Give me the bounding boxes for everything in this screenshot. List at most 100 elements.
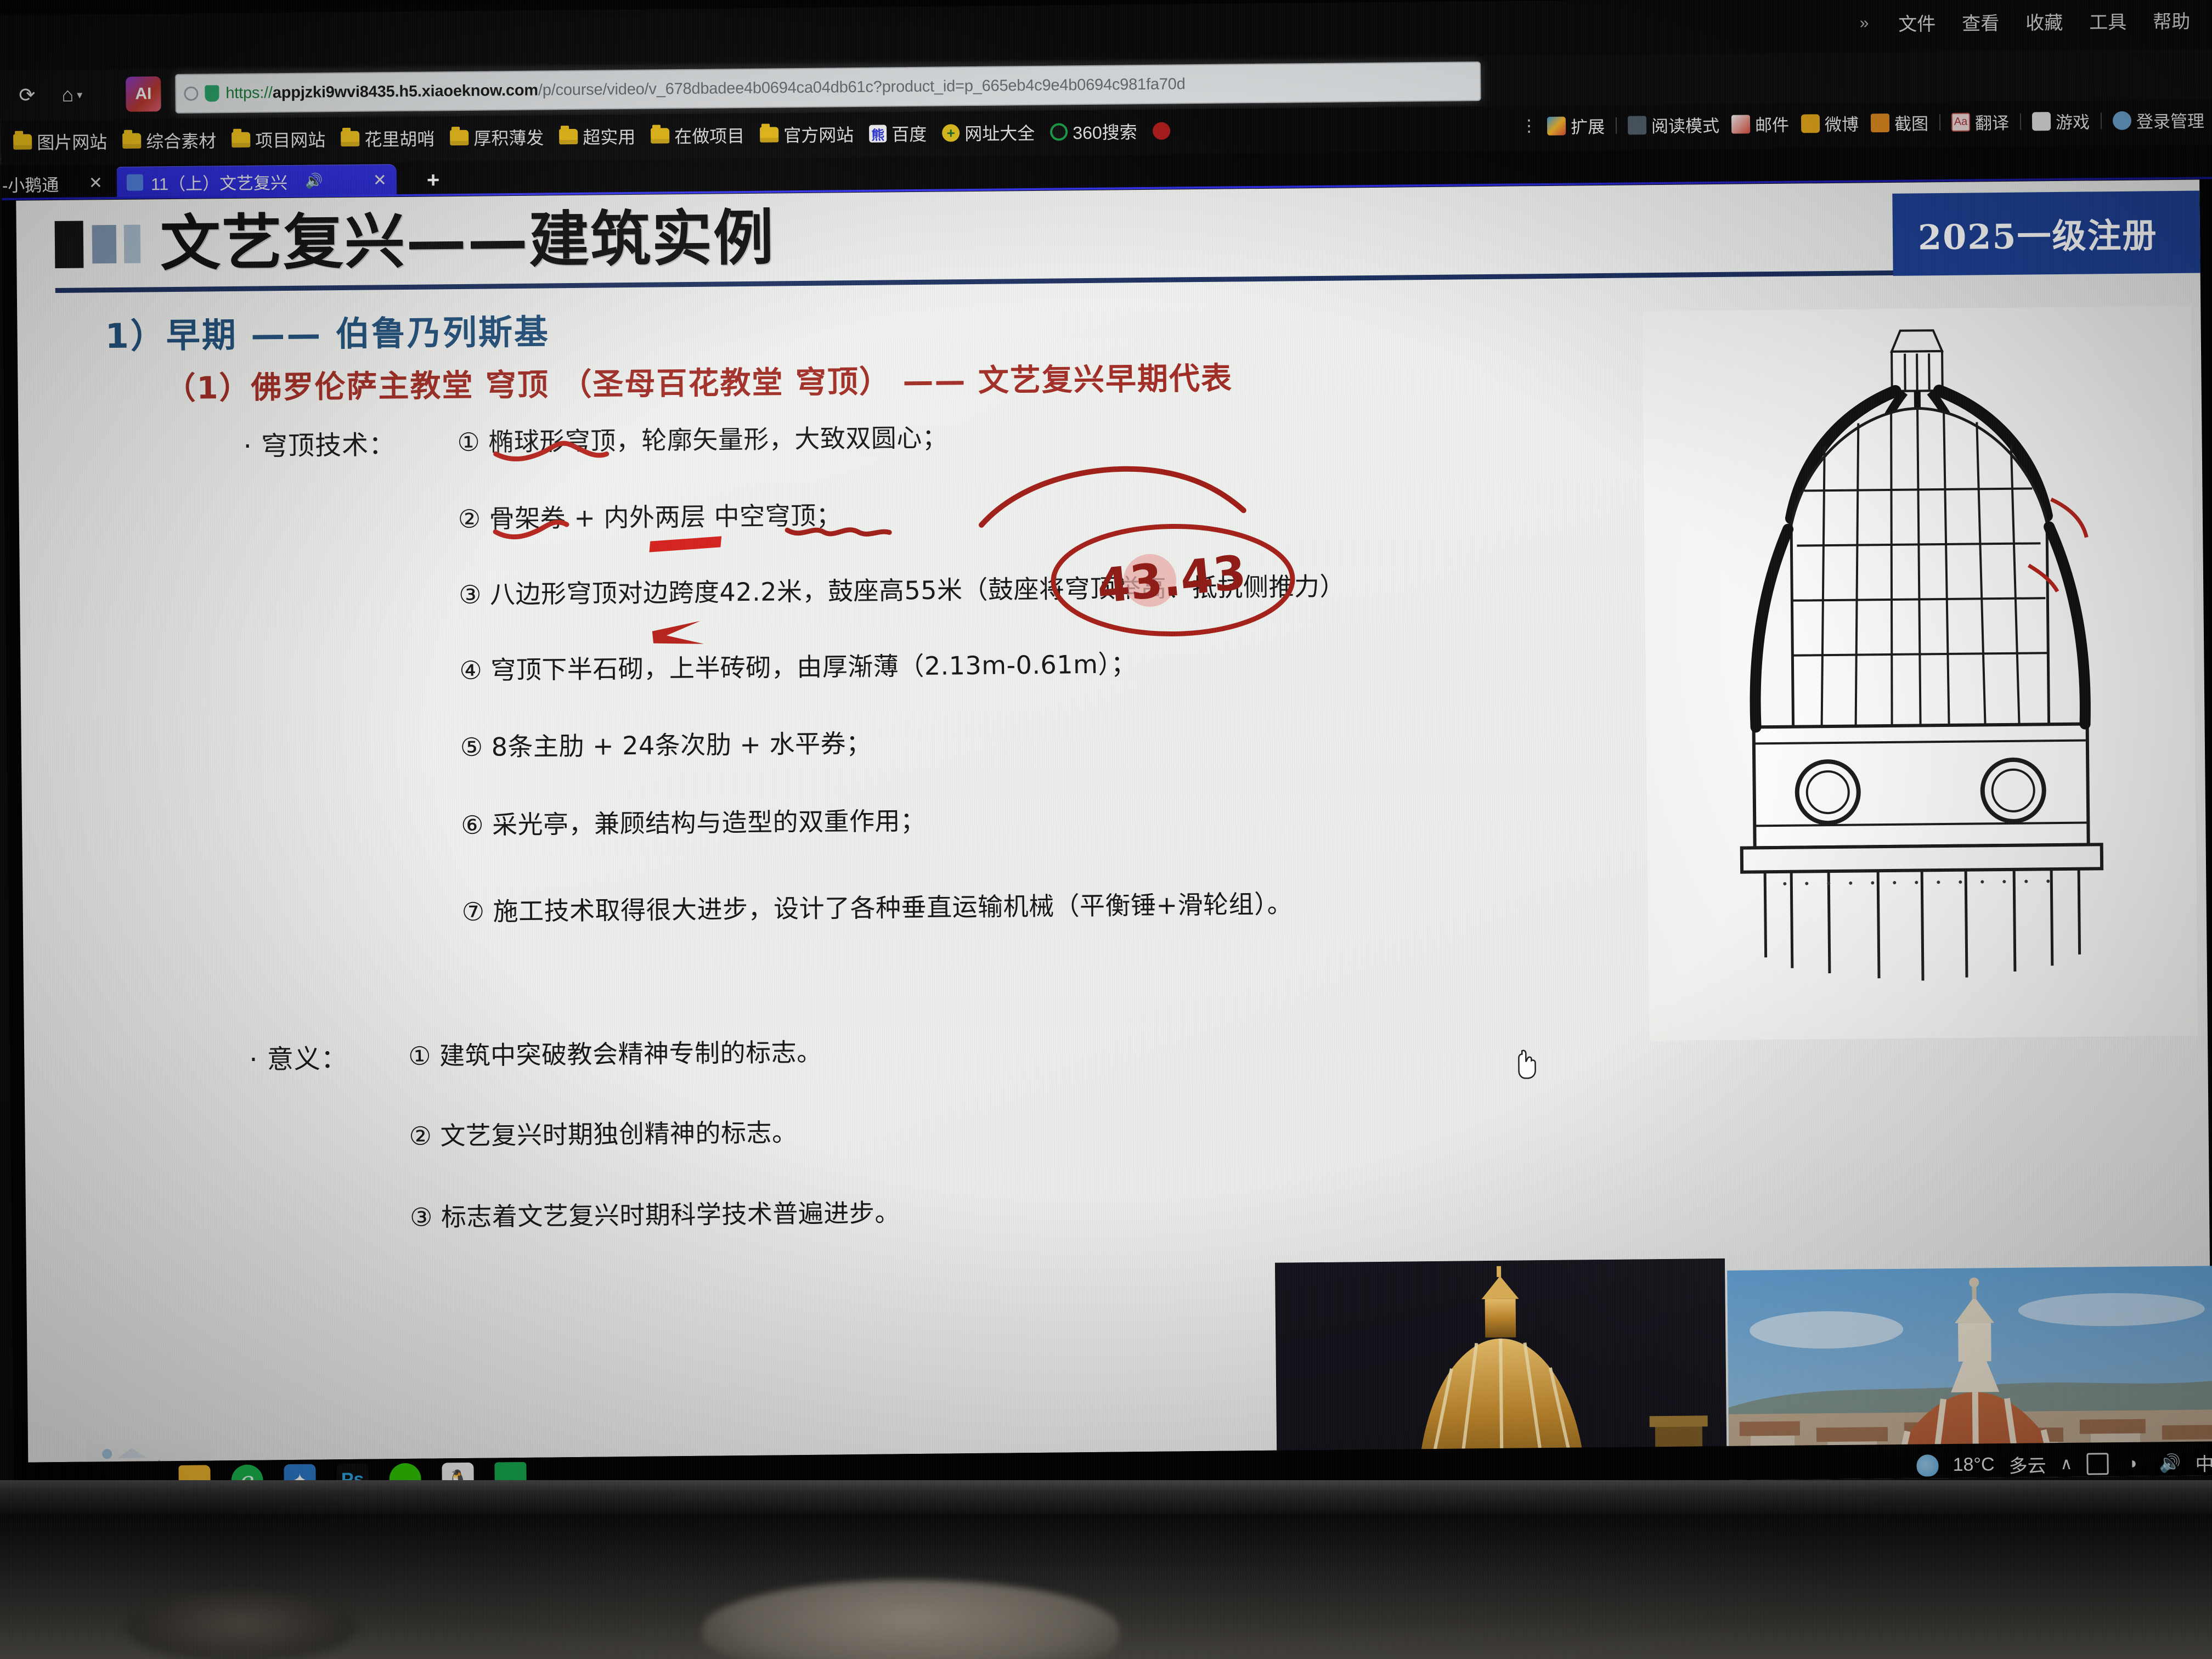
weather-temp[interactable]: 18°C	[1953, 1454, 1994, 1476]
toolbar-games-button[interactable]: 游戏	[2027, 105, 2096, 137]
meaning-item-1: ① 建筑中突破教会精神专制的标志。	[408, 1037, 822, 1071]
heading-level-2: （1）佛罗伦萨主教堂 穹顶 （圣母百花教堂 穹顶） —— 文艺复兴早期代表	[165, 360, 1233, 407]
tech-item-1: ① 椭球形穹顶，轮廓矢量形，大致双圆心；	[457, 422, 948, 458]
bookmark-item[interactable]: 官方网站	[753, 118, 861, 151]
folder-icon	[122, 133, 142, 149]
toolbar-translate-button[interactable]: Aa 翻译	[1946, 106, 2015, 138]
key-icon	[2112, 111, 2132, 130]
bookmark-item-hao123[interactable]: + 网址大全	[935, 116, 1042, 149]
tech-section-label: · 穹顶技术：	[243, 430, 396, 462]
bookmark-label: 花里胡哨	[364, 129, 435, 150]
bookmark-label: 网址大全	[964, 123, 1035, 144]
unlabeled-bookmark-icon	[1152, 122, 1170, 140]
speaker-icon[interactable]: 🔊	[305, 172, 323, 189]
bookmark-item[interactable]: 花里胡哨	[334, 122, 442, 155]
presentation-slide: 文艺复兴——建筑实例 2025一级注册 1）早期 —— 伯鲁乃列斯基 （1）佛罗…	[16, 179, 2212, 1497]
weather-desc[interactable]: 多云	[2008, 1451, 2046, 1478]
home-icon[interactable]: ⌂ ▾	[55, 78, 89, 111]
photo-of-monitor: 15.3 » 文件 查看 收藏 工具 帮助 ⟳ ⌂▾ AI https://ap…	[0, 0, 2212, 1659]
volume-icon[interactable]: 🔊	[2159, 1452, 2181, 1474]
screen-content: » 文件 查看 收藏 工具 帮助 ⟳ ⌂ ▾ AI https://appjzki…	[0, 0, 2212, 1497]
menu-favorites[interactable]: 收藏	[2025, 8, 2063, 35]
site-info-icon[interactable]	[184, 86, 199, 101]
ime-indicator[interactable]: 中	[2195, 1449, 2212, 1476]
tray-chevron-icon[interactable]: ∧	[2060, 1454, 2072, 1474]
menu-help[interactable]: 帮助	[2153, 7, 2190, 34]
toolbar-mail-button[interactable]: 邮件	[1726, 108, 1795, 140]
desk-object-2	[126, 1591, 357, 1659]
bookmark-item[interactable]: 图片网站	[7, 125, 114, 158]
mouse-cursor	[1514, 1048, 1540, 1079]
decor-square-mid	[92, 224, 117, 264]
close-icon[interactable]: ✕	[373, 171, 387, 190]
toolbar-divider	[1939, 114, 1941, 131]
reload-icon[interactable]: ⟳	[10, 78, 44, 112]
weather-cloud-icon[interactable]	[1916, 1454, 1939, 1477]
slide-header: 文艺复兴——建筑实例	[54, 202, 775, 279]
bookmark-item[interactable]: 项目网站	[225, 123, 332, 156]
heading-level-1: 1）早期 —— 伯鲁乃列斯基	[105, 312, 550, 357]
address-bar[interactable]: https://appjzki9wvi8435.h5.xiaoeknow.com…	[175, 61, 1481, 114]
toolbar-label: 截图	[1894, 114, 1929, 134]
toolbar-label: 扩展	[1570, 117, 1605, 137]
toolbar-divider	[2019, 113, 2022, 130]
menu-view[interactable]: 查看	[1962, 8, 1999, 36]
tab-active[interactable]: 11（上）文艺复兴 🔊 ✕	[116, 164, 397, 199]
tech-item-2: ② 骨架券 + 内外两层 中空穹顶；	[458, 500, 842, 534]
close-icon[interactable]: ✕	[89, 173, 103, 193]
bookmark-list: 图片网站 综合素材 项目网站 花里胡哨 厚积薄发 超实用 在做项目 官方网站 熊…	[7, 115, 1177, 157]
page-content: 文艺复兴——建筑实例 2025一级注册 1）早期 —— 伯鲁乃列斯基 （1）佛罗…	[2, 179, 2212, 1497]
url-scheme: https://	[225, 83, 273, 102]
url-path: /p/course/video/v_678dbadee4b0694ca04db6…	[538, 75, 1186, 99]
tech-item-6: ⑥ 采光亭，兼顾结构与造型的双重作用；	[460, 805, 926, 840]
folder-icon	[13, 134, 32, 150]
window-menubar: » 文件 查看 收藏 工具 帮助	[1859, 7, 2190, 37]
toolbar-label: 游戏	[2055, 112, 2090, 133]
bookmark-item[interactable]: 在做项目	[644, 119, 752, 152]
toolbar-weibo-button[interactable]: 微博	[1796, 107, 1865, 139]
scissors-icon	[1870, 113, 1890, 132]
system-tray: 18°C 多云 ∧ ◗ 🔊 中	[1916, 1449, 2212, 1479]
secure-lock-icon	[205, 85, 219, 102]
toolbar-divider	[1615, 117, 1617, 134]
bookmark-item-baidu[interactable]: 熊百度	[862, 117, 934, 150]
ai-assistant-icon[interactable]: AI	[126, 76, 161, 112]
mail-icon	[1731, 114, 1751, 134]
folder-icon	[450, 129, 469, 146]
tech-item-4: ④ 穹顶下半石砌，上半砖砌，由厚渐薄（2.13m-0.61m）；	[459, 649, 1137, 686]
favicon	[126, 174, 144, 191]
toolbar-login-button[interactable]: 登录管理	[2107, 104, 2210, 136]
extensions-overflow-icon[interactable]: ⋮	[1517, 117, 1541, 135]
bookmark-label: 图片网站	[37, 132, 108, 153]
bookmark-label: 360搜索	[1073, 122, 1137, 143]
brand-banner: 2025一级注册	[1892, 190, 2200, 276]
meaning-item-2: ② 文艺复兴时期独创精神的标志。	[409, 1118, 798, 1151]
menu-tools[interactable]: 工具	[2089, 7, 2126, 35]
translate-icon: Aa	[1951, 112, 1971, 132]
bookmark-item-360[interactable]: 360搜索	[1043, 115, 1144, 148]
tab-previous[interactable]: 习-小鹅通 ✕	[0, 167, 112, 200]
pen-arc-stroke	[978, 466, 1246, 528]
tech-item-3: ③ 八边形穹顶对边跨度42.2米，鼓座高55米（鼓座将穹顶举高、抵抗侧推力）	[458, 571, 1346, 610]
toolbar-screenshot-button[interactable]: 截图	[1865, 106, 1934, 138]
tech-item-5: ⑤ 8条主肋 + 24条次肋 + 水平券；	[460, 728, 872, 763]
weibo-icon	[1801, 114, 1820, 133]
new-tab-button[interactable]: +	[427, 168, 440, 193]
so360-icon	[1050, 123, 1068, 141]
folder-icon	[760, 127, 779, 143]
decor-square-light	[123, 224, 141, 263]
page-title: 文艺复兴——建筑实例	[160, 202, 775, 279]
bookmark-item[interactable]: 厚积薄发	[443, 121, 551, 154]
toolbar-extensions-button[interactable]: 扩展	[1542, 110, 1611, 142]
wifi-icon[interactable]: ◗	[2123, 1452, 2145, 1474]
bookmark-item[interactable]: 综合素材	[116, 124, 223, 157]
bookmark-item[interactable]: 超实用	[552, 120, 642, 153]
folder-icon	[232, 132, 251, 148]
toolbar-reader-button[interactable]: 阅读模式	[1622, 109, 1725, 141]
screen-icon[interactable]	[2086, 1452, 2109, 1475]
toolbar-divider	[2100, 112, 2102, 129]
tech-item-7: ⑦ 施工技术取得很大进步，设计了各种垂直运输机械（平衡锤+滑轮组）。	[461, 889, 1293, 927]
overflow-chevron-icon[interactable]: »	[1859, 14, 1869, 32]
bookmark-item-extra[interactable]	[1146, 119, 1176, 143]
menu-file[interactable]: 文件	[1898, 9, 1936, 36]
